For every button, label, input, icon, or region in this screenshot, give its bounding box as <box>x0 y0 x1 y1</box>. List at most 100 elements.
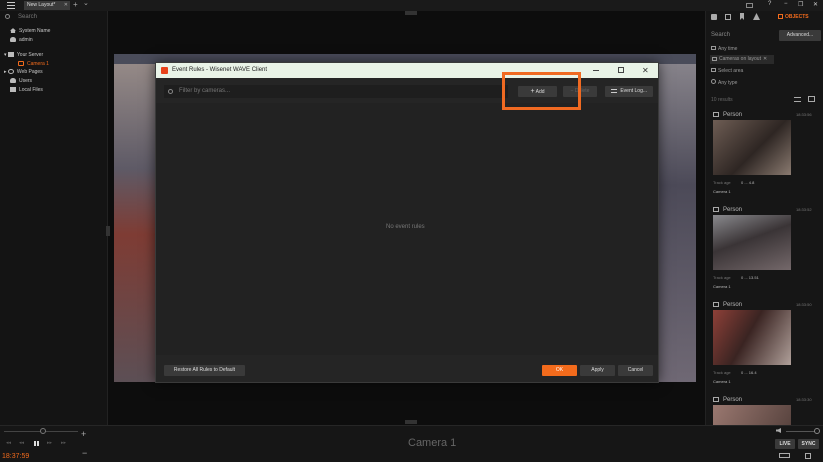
close-tab-icon[interactable]: ✕ <box>64 1 68 10</box>
card-camera: Camera 1 <box>713 379 731 384</box>
card-type: Person <box>723 397 743 403</box>
advanced-button[interactable]: Advanced... <box>779 30 821 41</box>
card-type: Person <box>723 207 743 213</box>
forward-icon[interactable]: ▸▸ <box>47 440 52 446</box>
bookmark-tab-icon[interactable] <box>740 13 744 20</box>
calendar-icon <box>711 46 716 50</box>
notification-icon[interactable] <box>746 3 753 8</box>
window-controls: ? − ❐ ✕ <box>746 1 822 10</box>
camera-small-icon <box>712 56 717 61</box>
card-track-label: Track age <box>713 370 731 375</box>
dialog-close-icon[interactable]: ✕ <box>642 63 649 78</box>
tree-item-users[interactable]: Users <box>10 78 32 84</box>
filter-time[interactable]: Any time <box>711 46 737 52</box>
search-field[interactable]: Search <box>5 13 103 22</box>
local-files-label: Local Files <box>19 87 43 93</box>
volume-slider[interactable] <box>786 431 816 432</box>
card-type: Person <box>723 302 743 308</box>
card-type: Person <box>723 112 743 118</box>
filter-field[interactable]: Filter by cameras... <box>164 85 508 98</box>
event-log-button[interactable]: Event Log... <box>605 86 653 97</box>
clear-filter-icon[interactable]: ✕ <box>763 56 767 62</box>
collapse-icon[interactable]: ▸ <box>4 69 7 75</box>
menu-icon[interactable] <box>7 2 15 9</box>
expand-icon[interactable]: ▾ <box>4 52 7 58</box>
notifications-tab-icon[interactable] <box>711 14 717 20</box>
tree-item-system[interactable]: System Name <box>10 28 50 34</box>
filter-type[interactable]: Any type <box>711 79 737 86</box>
area-icon <box>711 68 716 72</box>
objects-search-placeholder[interactable]: Search <box>711 32 730 38</box>
dialog-maximize-icon[interactable] <box>618 67 624 73</box>
cancel-button[interactable]: Cancel <box>618 365 653 376</box>
warning-tab-icon[interactable] <box>753 13 760 20</box>
object-card[interactable]: Person 18:33:56 Track age 0 ... 4.8 Came… <box>710 110 814 198</box>
add-tab-icon[interactable]: + <box>73 0 78 9</box>
restore-icon[interactable]: ❐ <box>798 1 803 8</box>
dialog-titlebar[interactable]: Event Rules - Wisenet WAVE Client ✕ <box>156 63 658 78</box>
home-icon <box>10 28 16 34</box>
timeline-bar: ◂◂ ◂◂ ▸▸ ▸▸ + − 18:37:59 Camera 1 LIVE S… <box>0 425 823 462</box>
next-icon[interactable]: ▸▸ <box>61 440 66 446</box>
tree-item-local-files[interactable]: Local Files <box>10 87 43 93</box>
card-track-label: Track age <box>713 275 731 280</box>
dialog-minimize-icon[interactable] <box>593 70 599 71</box>
tree-item-web-pages[interactable]: ▸ Web Pages <box>4 69 43 75</box>
minimize-icon[interactable]: − <box>784 1 788 7</box>
filter-cameras-label: Cameras on layout <box>719 56 761 62</box>
volume-icon[interactable] <box>776 428 781 433</box>
search-placeholder: Search <box>18 14 38 20</box>
advanced-label: Advanced... <box>786 32 814 38</box>
ok-button[interactable]: OK <box>542 365 577 376</box>
live-button[interactable]: LIVE <box>775 439 795 449</box>
top-bar: New Layout* ✕ + ⌄ ? − ❐ ✕ <box>0 0 823 11</box>
filter-placeholder: Filter by cameras... <box>179 88 231 94</box>
rewind-icon[interactable]: ◂◂ <box>19 440 24 446</box>
bottom-panel-toggle[interactable] <box>405 420 417 424</box>
object-card[interactable]: Person 18:33:30 <box>710 395 814 425</box>
object-card[interactable]: Person 18:33:50 Track age 0 ... 16.4 Cam… <box>710 300 814 388</box>
volume-handle[interactable] <box>814 428 820 434</box>
card-thumbnail <box>713 310 791 365</box>
event-log-label: Event Log... <box>620 88 648 94</box>
person-icon <box>713 207 719 212</box>
dialog-title: Event Rules - Wisenet WAVE Client <box>172 67 268 73</box>
card-camera: Camera 1 <box>713 189 731 194</box>
event-rules-dialog: Event Rules - Wisenet WAVE Client ✕ Filt… <box>155 62 659 383</box>
card-thumbnail <box>713 215 791 270</box>
camera-tab-icon[interactable] <box>725 14 731 20</box>
globe-icon <box>7 69 14 75</box>
server-label: Your Server <box>16 52 44 58</box>
zoom-out-icon[interactable]: − <box>82 448 87 458</box>
sort-icon[interactable] <box>794 97 801 102</box>
thumbnail-toggle-icon[interactable] <box>808 96 815 102</box>
layout-tab[interactable]: New Layout* ✕ <box>24 1 70 10</box>
card-track-value: 0 ... 16.4 <box>741 370 757 375</box>
top-panel-toggle[interactable] <box>405 11 417 15</box>
zoom-in-icon[interactable]: + <box>81 429 86 439</box>
objects-tab[interactable]: OBJECTS <box>778 14 809 20</box>
object-card[interactable]: Person 18:33:52 Track age 0 ... 13.51 Ca… <box>710 205 814 293</box>
close-window-icon[interactable]: ✕ <box>813 1 818 8</box>
filter-cameras[interactable]: Cameras on layout ✕ <box>710 55 774 64</box>
thumbnails-icon[interactable] <box>805 453 811 459</box>
previous-icon[interactable]: ◂◂ <box>6 440 11 446</box>
apply-button[interactable]: Apply <box>580 365 615 376</box>
calendar-icon[interactable] <box>779 453 790 458</box>
camera-icon <box>18 61 24 67</box>
person-icon <box>713 302 719 307</box>
help-icon[interactable]: ? <box>768 1 771 7</box>
cancel-label: Cancel <box>627 367 644 373</box>
tree-item-camera[interactable]: Camera 1 <box>18 61 49 67</box>
tabs-dropdown-icon[interactable]: ⌄ <box>83 0 89 7</box>
sync-button[interactable]: SYNC <box>798 439 819 449</box>
card-track-label: Track age <box>713 180 731 185</box>
filter-area[interactable]: Select area <box>711 68 743 74</box>
tree-item-server[interactable]: ▾ Your Server <box>4 52 43 58</box>
pause-icon[interactable] <box>34 441 39 446</box>
collapse-sidebar-handle[interactable] <box>106 226 110 236</box>
tree-item-user[interactable]: admin <box>10 37 33 43</box>
restore-defaults-button[interactable]: Restore All Rules to Default <box>164 365 245 376</box>
timeline-slider-handle[interactable] <box>40 428 46 434</box>
objects-tab-icon <box>778 14 783 20</box>
